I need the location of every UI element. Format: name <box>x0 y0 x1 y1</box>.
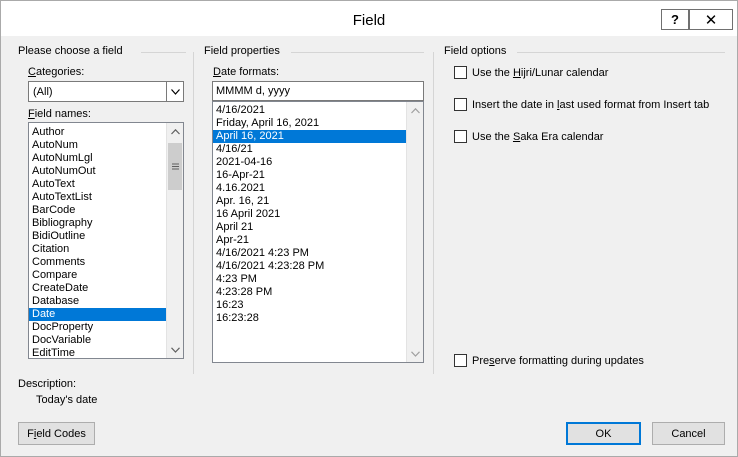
date-format-item[interactable]: 16-Apr-21 <box>213 169 406 182</box>
date-format-item[interactable]: 16 April 2021 <box>213 208 406 221</box>
close-button[interactable]: ✕ <box>689 9 733 30</box>
field-dialog: Field ? ✕ Please choose a field Categori… <box>0 0 738 457</box>
date-format-item[interactable]: 4:23:28 PM <box>213 286 406 299</box>
help-icon: ? <box>671 12 679 27</box>
field-name-item[interactable]: DocProperty <box>29 321 167 334</box>
scroll-up-icon[interactable] <box>167 123 183 140</box>
scroll-down-icon[interactable] <box>407 345 423 362</box>
field-name-item[interactable]: Author <box>29 126 167 139</box>
field-codes-button[interactable]: Fi eld Codes <box>18 422 95 445</box>
scroll-up-icon[interactable] <box>407 102 423 119</box>
field-name-item[interactable]: Citation <box>29 243 167 256</box>
date-format-item[interactable]: 4/16/2021 <box>213 104 406 117</box>
date-format-item[interactable]: Friday, April 16, 2021 <box>213 117 406 130</box>
cancel-button[interactable]: Cancel <box>652 422 725 445</box>
description-text: Today's date <box>36 394 98 406</box>
field-names-label: Field names: <box>28 108 91 120</box>
checkbox-box[interactable] <box>454 66 467 79</box>
close-icon: ✕ <box>704 11 718 29</box>
dialog-title: Field <box>352 12 386 29</box>
field-name-item[interactable]: Compare <box>29 269 167 282</box>
last-used-format-checkbox[interactable]: Insert the date in last used format from… <box>454 98 709 111</box>
separator <box>193 52 194 374</box>
date-format-item[interactable]: 4/16/2021 4:23:28 PM <box>213 260 406 273</box>
field-names-list[interactable]: Author AutoNum AutoNumLgl AutoNumOut AutoTex… <box>28 122 184 359</box>
preserve-formatting-label: Preserve formatting during updates <box>472 354 644 367</box>
date-format-item[interactable]: April 21 <box>213 221 406 234</box>
hijri-calendar-checkbox[interactable]: Use the Hijri/Lunar calendar <box>454 66 608 79</box>
title-bar: Field ? ✕ <box>1 1 737 36</box>
scroll-down-icon[interactable] <box>167 341 183 358</box>
date-format-item[interactable]: Apr-21 <box>213 234 406 247</box>
field-name-item[interactable]: Database <box>29 295 167 308</box>
field-name-item[interactable]: AutoNum <box>29 139 167 152</box>
date-formats-scrollbar[interactable] <box>406 102 423 362</box>
checkbox-box[interactable] <box>454 98 467 111</box>
saka-calendar-checkbox[interactable]: Use the Saka Era calendar <box>454 130 603 143</box>
date-format-input[interactable]: MMMM d, yyyy <box>212 81 424 101</box>
field-name-item[interactable]: AutoTextList <box>29 191 167 204</box>
field-name-item[interactable]: Date <box>29 308 167 321</box>
last-used-format-label: Insert the date in last used format from… <box>472 98 710 111</box>
field-name-item[interactable]: AutoText <box>29 178 167 191</box>
date-format-item[interactable]: Apr. 16, 21 <box>213 195 406 208</box>
scroll-thumb[interactable] <box>168 143 182 190</box>
date-format-item[interactable]: 16:23:28 <box>213 312 406 325</box>
date-format-item[interactable]: 4/16/2021 4:23 PM <box>213 247 406 260</box>
saka-calendar-label: Use the Saka Era calendar <box>472 130 604 143</box>
description-label: Description: <box>18 378 77 390</box>
separator <box>517 52 725 53</box>
field-options-group-title: Field options <box>444 45 507 57</box>
field-name-item[interactable]: EditTime <box>29 347 167 358</box>
field-name-item[interactable]: CreateDate <box>29 282 167 295</box>
date-format-item[interactable]: 4.16.2021 <box>213 182 406 195</box>
date-format-item[interactable]: 2021-04-16 <box>213 156 406 169</box>
field-name-item[interactable]: Bibliography <box>29 217 167 230</box>
field-name-item[interactable]: BarCode <box>29 204 167 217</box>
date-formats-list[interactable]: 4/16/2021 Friday, April 16, 2021 April 16,… <box>212 101 424 363</box>
field-name-item[interactable]: AutoNumOut <box>29 165 167 178</box>
field-name-item[interactable]: Comments <box>29 256 167 269</box>
date-format-item[interactable]: 4:23 PM <box>213 273 406 286</box>
date-formats-label: Date formats: <box>213 66 280 78</box>
help-button[interactable]: ? <box>661 9 689 30</box>
separator <box>141 52 186 53</box>
categories-label: Categories: <box>28 66 85 78</box>
date-format-item[interactable]: 4/16/21 <box>213 143 406 156</box>
field-names-scrollbar[interactable] <box>166 123 183 358</box>
date-format-item[interactable]: 16:23 <box>213 299 406 312</box>
field-name-item[interactable]: DocVariable <box>29 334 167 347</box>
choose-field-group-title: Please choose a field <box>18 45 123 57</box>
separator <box>291 52 424 53</box>
field-properties-group-title: Field properties <box>204 45 280 57</box>
checkbox-box[interactable] <box>454 354 467 367</box>
field-name-item[interactable]: BidiOutline <box>29 230 167 243</box>
hijri-calendar-label: Use the Hijri/Lunar calendar <box>472 66 609 79</box>
separator <box>433 52 434 374</box>
checkbox-box[interactable] <box>454 130 467 143</box>
chevron-down-icon[interactable] <box>166 82 183 101</box>
preserve-formatting-checkbox[interactable]: Preserve formatting during updates <box>454 354 644 367</box>
field-name-item[interactable]: AutoNumLgl <box>29 152 167 165</box>
categories-combo[interactable]: (All) <box>28 81 184 102</box>
categories-value: (All) <box>33 85 53 98</box>
ok-button[interactable]: OK <box>566 422 641 445</box>
date-format-item[interactable]: April 16, 2021 <box>213 130 406 143</box>
